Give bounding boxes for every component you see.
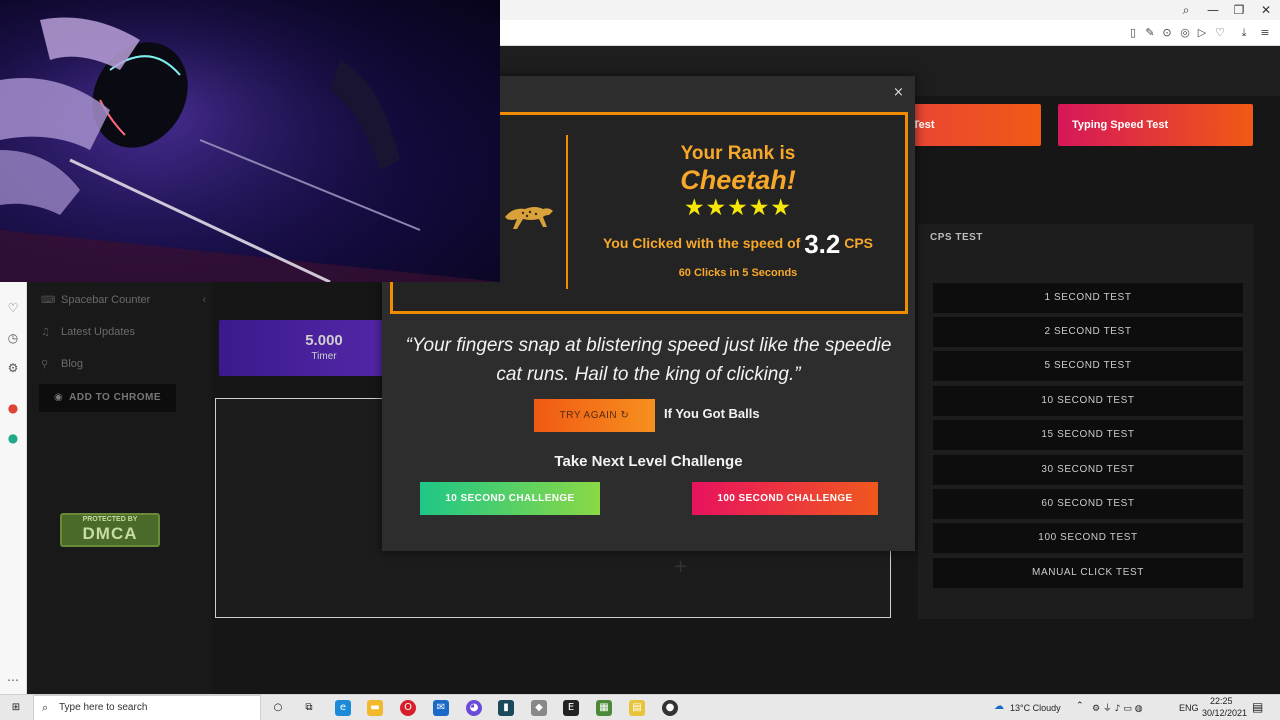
extension-icon[interactable]: ● <box>5 430 21 446</box>
test-button-manual[interactable]: MANUAL CLICK TEST <box>933 558 1243 588</box>
notes-icon[interactable]: ▤ <box>629 700 645 716</box>
webcam-overlay <box>0 0 500 282</box>
bell-icon: ♫ <box>41 327 50 338</box>
keyboard-icon: ⌨ <box>41 295 56 306</box>
test-button-15s[interactable]: 15 SECOND TEST <box>933 420 1243 450</box>
search-placeholder: Type here to search <box>59 702 148 713</box>
app-icon[interactable]: ▮ <box>498 700 514 716</box>
test-button-30s[interactable]: 30 SECOND TEST <box>933 455 1243 485</box>
cheetah-icon <box>505 207 553 229</box>
nav-item-latest-updates[interactable]: ♫ Latest Updates <box>41 326 135 338</box>
minecraft-icon[interactable]: ▦ <box>596 700 612 716</box>
heart-icon[interactable]: ♡ <box>1213 26 1227 39</box>
close-window-button[interactable]: ✕ <box>1258 3 1274 17</box>
rating-stars: ★★★★★ <box>683 195 793 221</box>
bulb-icon[interactable]: ● <box>5 400 21 416</box>
download-icon[interactable]: ⤓ <box>1237 26 1251 40</box>
rank-label: Your Rank is <box>680 143 796 164</box>
nav-item-label: Latest Updates <box>61 326 135 338</box>
task-view-icon[interactable]: ⧉ <box>301 700 317 716</box>
cortana-icon[interactable]: ○ <box>270 700 286 716</box>
app-icon[interactable]: ◆ <box>531 700 547 716</box>
opera-icon[interactable]: O <box>400 700 416 716</box>
rank-name: Cheetah! <box>680 165 796 195</box>
weather-icon: ☁ <box>994 701 1004 712</box>
cps-test-panel: CPS TEST 1 SECOND TEST 2 SECOND TEST 5 S… <box>918 224 1253 619</box>
test-button-1s[interactable]: 1 SECOND TEST <box>933 283 1243 313</box>
quote-line-1: “Your fingers snap at blistering speed j… <box>405 335 892 356</box>
add-to-chrome-label: ADD TO CHROME <box>69 392 162 403</box>
dmca-logo-text: DMCA <box>82 524 138 543</box>
typing-speed-test-button[interactable]: Typing Speed Test <box>1058 104 1253 146</box>
windows-start-icon[interactable]: ⊞ <box>8 700 24 716</box>
nav-item-spacebar-counter[interactable]: ⌨ Spacebar Counter ‹ <box>41 294 206 306</box>
test-button-60s[interactable]: 60 SECOND TEST <box>933 489 1243 519</box>
dmca-badge[interactable]: PROTECTED BY DMCA <box>60 513 160 547</box>
rank-quote: “Your fingers snap at blistering speed j… <box>382 331 915 389</box>
test-button-2s[interactable]: 2 SECOND TEST <box>933 317 1243 347</box>
next-level-title: Take Next Level Challenge <box>554 453 743 470</box>
folder-icon[interactable]: ▬ <box>367 700 383 716</box>
more-icon[interactable]: ⋯ <box>5 672 21 688</box>
clock-time[interactable]: 22:25 <box>1210 696 1233 706</box>
weather-text[interactable]: 13°C Cloudy <box>1010 703 1061 713</box>
chevron-left-icon: ‹ <box>202 294 206 306</box>
speed-line: You Clicked with the speed of 3.2 CPS <box>568 229 908 260</box>
clock-date[interactable]: 30/12/2021 <box>1202 708 1247 718</box>
nav-item-label: Spacebar Counter <box>61 294 151 306</box>
edit-icon[interactable]: ✎ <box>1143 26 1157 39</box>
restore-button[interactable]: ❐ <box>1231 3 1247 17</box>
add-to-chrome-button[interactable]: ◉ ADD TO CHROME <box>39 384 176 412</box>
camera-icon[interactable]: ⊙ <box>1160 26 1174 39</box>
screen: ⌕ — ❐ ✕ ▯ ✎ ⊙ ◎ ▷ ♡ ⤓ ≡ ♡ ◷ ⚙ ● ● ⋯ d Te… <box>0 0 1280 720</box>
play-icon[interactable]: ▷ <box>1195 26 1209 39</box>
speed-value: 3.2 <box>804 229 841 259</box>
challenge-10s-button[interactable]: 10 SECOND CHALLENGE <box>420 482 600 515</box>
settings-icon[interactable]: ⚙ <box>5 360 21 376</box>
pin-icon: ⚲ <box>41 359 49 370</box>
heart-icon[interactable]: ♡ <box>5 300 21 316</box>
minimize-button[interactable]: — <box>1205 3 1221 17</box>
test-button-5s[interactable]: 5 SECOND TEST <box>933 351 1243 381</box>
nav-item-blog[interactable]: ⚲ Blog <box>41 358 83 370</box>
nav-item-label: Blog <box>61 358 84 370</box>
speed-prefix: You Clicked with the speed of <box>602 235 801 252</box>
taskbar-search[interactable]: ⌕ Type here to search <box>33 695 261 720</box>
edge-icon[interactable]: e <box>335 700 351 716</box>
webcam-image <box>0 0 500 282</box>
epic-games-icon[interactable]: E <box>563 700 579 716</box>
language-indicator[interactable]: ENG <box>1179 703 1199 713</box>
chevron-up-icon[interactable]: ⌃ <box>1076 701 1084 711</box>
search-icon: ⌕ <box>42 701 49 714</box>
site-sidebar: ⌨ Spacebar Counter ‹ ♫ Latest Updates ⚲ Blo… <box>27 282 212 694</box>
mail-icon[interactable]: ✉ <box>433 700 449 716</box>
clicks-summary: 60 Clicks in 5 Seconds <box>678 267 798 279</box>
quote-line-2: cat runs. Hail to the king of clicking.” <box>496 364 801 385</box>
modal-close-button[interactable]: × <box>893 85 904 100</box>
history-icon[interactable]: ◷ <box>5 330 21 346</box>
cps-panel-title: CPS TEST <box>930 232 983 243</box>
shield-icon[interactable]: ◎ <box>1178 26 1192 39</box>
menu-icon[interactable]: ≡ <box>1258 26 1272 39</box>
windows-taskbar: ⊞ ⌕ Type here to search ○ ⧉ e ▬ O ✉ ◕ ▮ … <box>0 694 1280 720</box>
test-button-100s[interactable]: 100 SECOND TEST <box>933 523 1243 553</box>
try-again-suffix: If You Got Balls <box>664 406 760 421</box>
reader-icon[interactable]: ▯ <box>1126 26 1140 39</box>
challenge-100s-button[interactable]: 100 SECOND CHALLENGE <box>692 482 878 515</box>
crosshair-cursor-icon: + <box>673 556 689 577</box>
messenger-icon[interactable]: ◕ <box>466 700 482 716</box>
try-again-button[interactable]: TRY AGAIN ↻ <box>534 399 655 432</box>
tray-icons[interactable]: ⚙ ⏚ ♪ ▭ ◍ <box>1092 701 1143 714</box>
test-button-10s[interactable]: 10 SECOND TEST <box>933 386 1243 416</box>
notification-icon[interactable]: ▤ <box>1252 700 1263 714</box>
chrome-icon: ◉ <box>53 392 64 403</box>
speed-unit: CPS <box>844 235 874 252</box>
obs-icon[interactable]: ● <box>662 700 678 716</box>
search-icon[interactable]: ⌕ <box>1178 3 1194 18</box>
